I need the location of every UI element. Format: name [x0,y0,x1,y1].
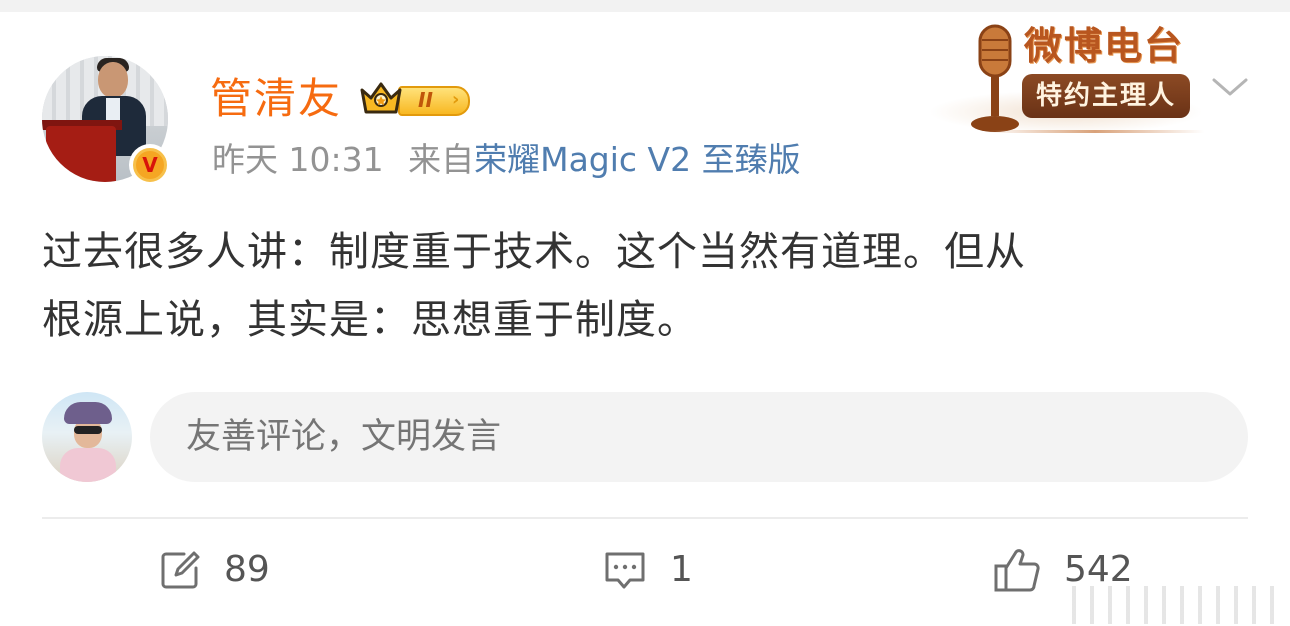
post-text-line: 过去很多人讲：制度重于技术。这个当然有道理。但从 [42,229,1026,275]
crown-icon [360,82,402,114]
member-arrow-icon: › [452,89,460,110]
post-source-prefix: 来自 [408,140,475,179]
radio-badge-title: 微博电台 [1024,24,1185,68]
verified-badge-label: V [133,148,167,182]
user-avatar-body [60,448,116,482]
author-name[interactable]: 管清友 [210,74,342,124]
chevron-down-icon[interactable] [1210,72,1250,102]
top-separator [0,0,1290,12]
comment-count: 1 [670,549,693,590]
weibo-radio-badge[interactable]: 微博电台 特约主理人 [928,20,1210,138]
post-time: 昨天 10:31 [212,140,384,179]
weibo-post-card: V 管清友 II › 昨天 10:31 来自荣耀Magic V2 至臻版 微博电… [0,12,1290,626]
repost-count: 89 [224,549,270,590]
comment-icon [605,552,645,589]
post-text: 过去很多人讲：制度重于技术。这个当然有道理。但从 根源上说，其实是：思想重于制度… [42,218,1242,354]
divider [42,517,1248,519]
comment-button[interactable]: 1 [602,542,693,598]
repost-button[interactable]: 89 [158,542,270,598]
post-meta: 昨天 10:31 来自荣耀Magic V2 至臻版 [212,138,801,182]
member-level-badge[interactable]: II › [358,78,474,118]
thumbs-up-icon [994,549,1040,592]
user-avatar-hat [64,402,112,424]
current-user-avatar[interactable] [42,392,132,482]
repost-icon [161,551,200,589]
post-text-line: 根源上说，其实是：思想重于制度。 [42,297,698,343]
radio-badge-subtitle: 特约主理人 [1035,81,1176,111]
post-source-link[interactable]: 荣耀Magic V2 至臻版 [474,140,801,179]
radio-badge-underline [986,130,1204,133]
verified-badge-icon: V [129,144,171,186]
avatar-face [98,62,128,98]
watermark-overlay [1058,586,1284,624]
avatar-podium [46,126,116,182]
member-level-text: II [418,88,433,112]
comment-input[interactable] [150,392,1248,482]
user-avatar-sunglasses [74,426,102,434]
